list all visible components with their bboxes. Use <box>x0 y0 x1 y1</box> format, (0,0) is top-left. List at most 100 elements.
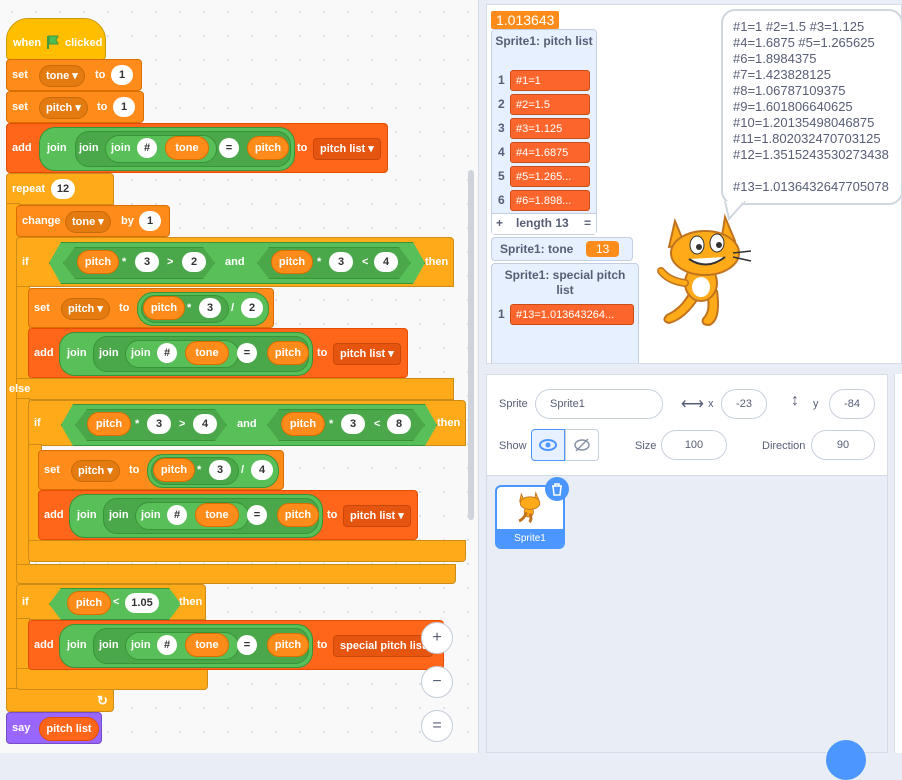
vertical-scrollbar[interactable] <box>468 170 474 520</box>
delete-sprite-button[interactable] <box>545 477 569 501</box>
tone-reporter[interactable]: tone <box>195 503 239 527</box>
zoom-out-button[interactable]: − <box>421 666 453 698</box>
pitch-reporter[interactable]: pitch <box>247 136 289 160</box>
zoom-in-icon: + <box>432 629 442 646</box>
list-item[interactable]: #3=1.125 <box>510 118 590 139</box>
number-input[interactable]: 4 <box>193 414 217 434</box>
variable-dropdown[interactable]: pitch ▾ <box>61 298 110 320</box>
pitch-reporter[interactable]: pitch <box>153 458 195 482</box>
number-input[interactable]: 3 <box>199 298 221 318</box>
repeat-block[interactable]: repeat 12 <box>6 173 114 205</box>
add-to-pitch-list-block[interactable]: add join join join # tone = pitch to pit… <box>6 123 388 173</box>
repeat-count-input[interactable]: 12 <box>51 179 75 199</box>
pitch-reporter[interactable]: pitch <box>277 503 319 527</box>
stage[interactable]: 1.013643 Sprite1: pitch list 1 #1=1 2 #2=1.… <box>486 4 902 364</box>
code-area[interactable]: when clicked set tone ▾ to 1 set pitch ▾… <box>0 0 479 753</box>
cat-sprite[interactable] <box>655 211 755 329</box>
text-input[interactable]: = <box>247 505 267 525</box>
x-input[interactable]: -23 <box>721 389 767 419</box>
number-input[interactable]: 2 <box>241 298 263 318</box>
pitch-list-reporter[interactable]: pitch list <box>39 717 99 741</box>
add-sprite-button[interactable] <box>826 740 866 780</box>
join-label: join <box>47 142 67 154</box>
add-to-special-pitch-list-block[interactable]: add join join join # tone = pitch to spe… <box>28 620 444 670</box>
text-input[interactable]: = <box>219 138 239 158</box>
list-dropdown[interactable]: pitch list ▾ <box>343 505 411 527</box>
zoom-reset-button[interactable]: = <box>421 710 453 742</box>
number-input[interactable]: 2 <box>182 252 206 272</box>
bubble-line: #11=1.802032470703125 <box>733 131 881 146</box>
number-input[interactable]: 1.05 <box>125 593 159 613</box>
y-input[interactable]: -84 <box>829 389 875 419</box>
tone-reporter[interactable]: tone <box>185 633 229 657</box>
pitch-reporter[interactable]: pitch <box>143 296 185 320</box>
variable-dropdown[interactable]: pitch ▾ <box>71 460 120 482</box>
list-item[interactable]: #5=1.265... <box>510 166 590 187</box>
pitch-reporter[interactable]: pitch <box>281 412 325 436</box>
variable-dropdown[interactable]: tone ▾ <box>65 211 111 233</box>
set-pitch-block[interactable]: set pitch ▾ to pitch * 3 / 4 <box>38 450 284 490</box>
tone-reporter[interactable]: tone <box>165 136 209 160</box>
list-item[interactable]: #1=1 <box>510 70 590 91</box>
list-dropdown[interactable]: pitch list ▾ <box>333 343 401 365</box>
value-input[interactable]: 1 <box>111 65 133 85</box>
list-item[interactable]: #2=1.5 <box>510 94 590 115</box>
and-label: and <box>237 418 257 430</box>
list-index: 4 <box>498 145 505 159</box>
text-input[interactable]: # <box>167 505 187 525</box>
number-input[interactable]: 3 <box>209 460 231 480</box>
cat-thumbnail <box>518 491 541 524</box>
text-input[interactable]: # <box>157 343 177 363</box>
number-input[interactable]: 4 <box>374 252 398 272</box>
text-input[interactable]: = <box>237 635 257 655</box>
pitch-reporter[interactable]: pitch <box>87 412 131 436</box>
operator-label: < <box>374 418 381 430</box>
pitch-reporter[interactable]: pitch <box>271 250 313 274</box>
text-input[interactable]: # <box>157 635 177 655</box>
number-input[interactable]: 3 <box>135 252 159 272</box>
by-label: by <box>121 215 134 227</box>
number-input[interactable]: 3 <box>329 252 353 272</box>
list-item[interactable]: #6=1.898... <box>510 190 590 211</box>
set-tone-block[interactable]: set tone ▾ to 1 <box>6 59 142 91</box>
list-dropdown[interactable]: pitch list ▾ <box>313 138 381 160</box>
show-hidden-button[interactable] <box>565 429 599 461</box>
text-input[interactable]: = <box>237 343 257 363</box>
show-visible-button[interactable] <box>531 429 565 461</box>
if-block[interactable]: if pitch < 1.05 then <box>16 584 206 620</box>
pitch-reporter[interactable]: pitch <box>267 633 309 657</box>
set-pitch-block[interactable]: set pitch ▾ to 1 <box>6 91 144 123</box>
list-item[interactable]: #13=1.013643264... <box>510 304 634 325</box>
sprite-name-input[interactable]: Sprite1 <box>535 389 663 419</box>
set-label: set <box>44 464 60 476</box>
list-dropdown[interactable]: special pitch list <box>333 635 433 657</box>
say-block[interactable]: say pitch list <box>6 712 102 744</box>
number-input[interactable]: 3 <box>147 414 171 434</box>
tone-reporter[interactable]: tone <box>185 341 229 365</box>
pitch-reporter[interactable]: pitch <box>77 250 119 274</box>
number-input[interactable]: 8 <box>387 414 411 434</box>
add-to-pitch-list-block[interactable]: add join join join # tone = pitch to pit… <box>28 328 408 378</box>
if-else-block[interactable]: if pitch * 3 > 2 and pitch * 3 < 4 then <box>16 237 454 287</box>
direction-input[interactable]: 90 <box>811 430 875 460</box>
if-block[interactable]: if pitch * 3 > 4 and pitch * 3 < 8 then <box>28 400 466 446</box>
variable-dropdown[interactable]: pitch ▾ <box>39 97 88 119</box>
list-item[interactable]: #4=1.6875 <box>510 142 590 163</box>
resize-handle[interactable]: = <box>584 216 591 230</box>
value-input[interactable]: 1 <box>139 211 161 231</box>
change-tone-block[interactable]: change tone ▾ by 1 <box>16 205 170 237</box>
zoom-in-button[interactable]: + <box>421 622 453 654</box>
set-pitch-block[interactable]: set pitch ▾ to pitch * 3 / 2 <box>28 288 274 328</box>
variable-dropdown[interactable]: tone ▾ <box>39 65 85 87</box>
pitch-reporter[interactable]: pitch <box>267 341 309 365</box>
add-item-button[interactable]: + <box>496 216 503 230</box>
pitch-reporter[interactable]: pitch <box>67 591 111 615</box>
add-to-pitch-list-block[interactable]: add join join join # tone = pitch to pit… <box>38 490 418 540</box>
number-input[interactable]: 3 <box>341 414 365 434</box>
to-label: to <box>317 639 328 651</box>
number-input[interactable]: 4 <box>251 460 273 480</box>
size-input[interactable]: 100 <box>661 430 727 460</box>
value-input[interactable]: 1 <box>113 97 135 117</box>
when-flag-clicked-block[interactable]: when clicked <box>6 18 106 60</box>
text-input[interactable]: # <box>137 138 157 158</box>
